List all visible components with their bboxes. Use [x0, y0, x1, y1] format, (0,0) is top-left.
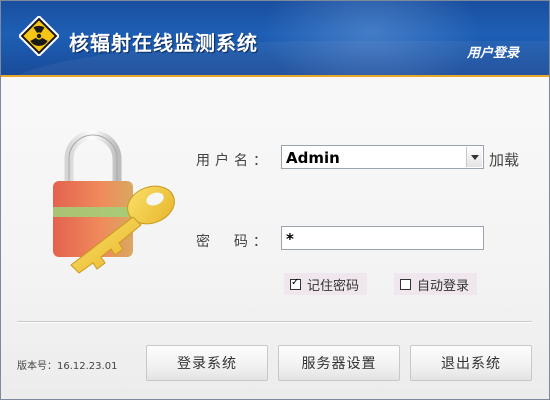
version-label: 版本号：16.12.23.01: [17, 361, 118, 372]
password-value: *: [286, 230, 294, 248]
checkbox-unchecked-icon[interactable]: [400, 278, 411, 290]
checkbox-checked-icon[interactable]: [290, 277, 301, 290]
username-value: Admin: [286, 149, 340, 167]
server-settings-button[interactable]: 服务器设置: [278, 345, 400, 381]
username-label: 用户名：: [196, 153, 272, 169]
password-field[interactable]: *: [281, 226, 484, 250]
radiation-warning-icon: [19, 16, 59, 56]
load-button[interactable]: 加载: [489, 149, 519, 170]
exit-button[interactable]: 退出系统: [410, 345, 532, 381]
remember-password-label: 记住密码: [307, 278, 360, 294]
lock-and-key-icon: [53, 130, 175, 274]
auto-login-checkbox[interactable]: 自动登录: [394, 273, 478, 295]
header-subtitle: 用户登录: [466, 46, 519, 61]
login-window: 核辐射在线监测系统 用户登录 用户名： Admin 加载 密 码： * ✓ 记住…: [0, 0, 550, 400]
remember-password-checkbox[interactable]: 记住密码: [284, 273, 368, 295]
login-button[interactable]: 登录系统: [146, 345, 268, 381]
footer-divider: [17, 321, 532, 323]
app-title: 核辐射在线监测系统: [69, 31, 258, 55]
auto-login-label: 自动登录: [417, 278, 470, 294]
header-banner: 核辐射在线监测系统 用户登录: [1, 1, 549, 77]
chevron-down-icon[interactable]: [466, 147, 482, 167]
password-label: 密 码：: [196, 234, 272, 250]
username-combobox[interactable]: Admin: [281, 145, 484, 169]
